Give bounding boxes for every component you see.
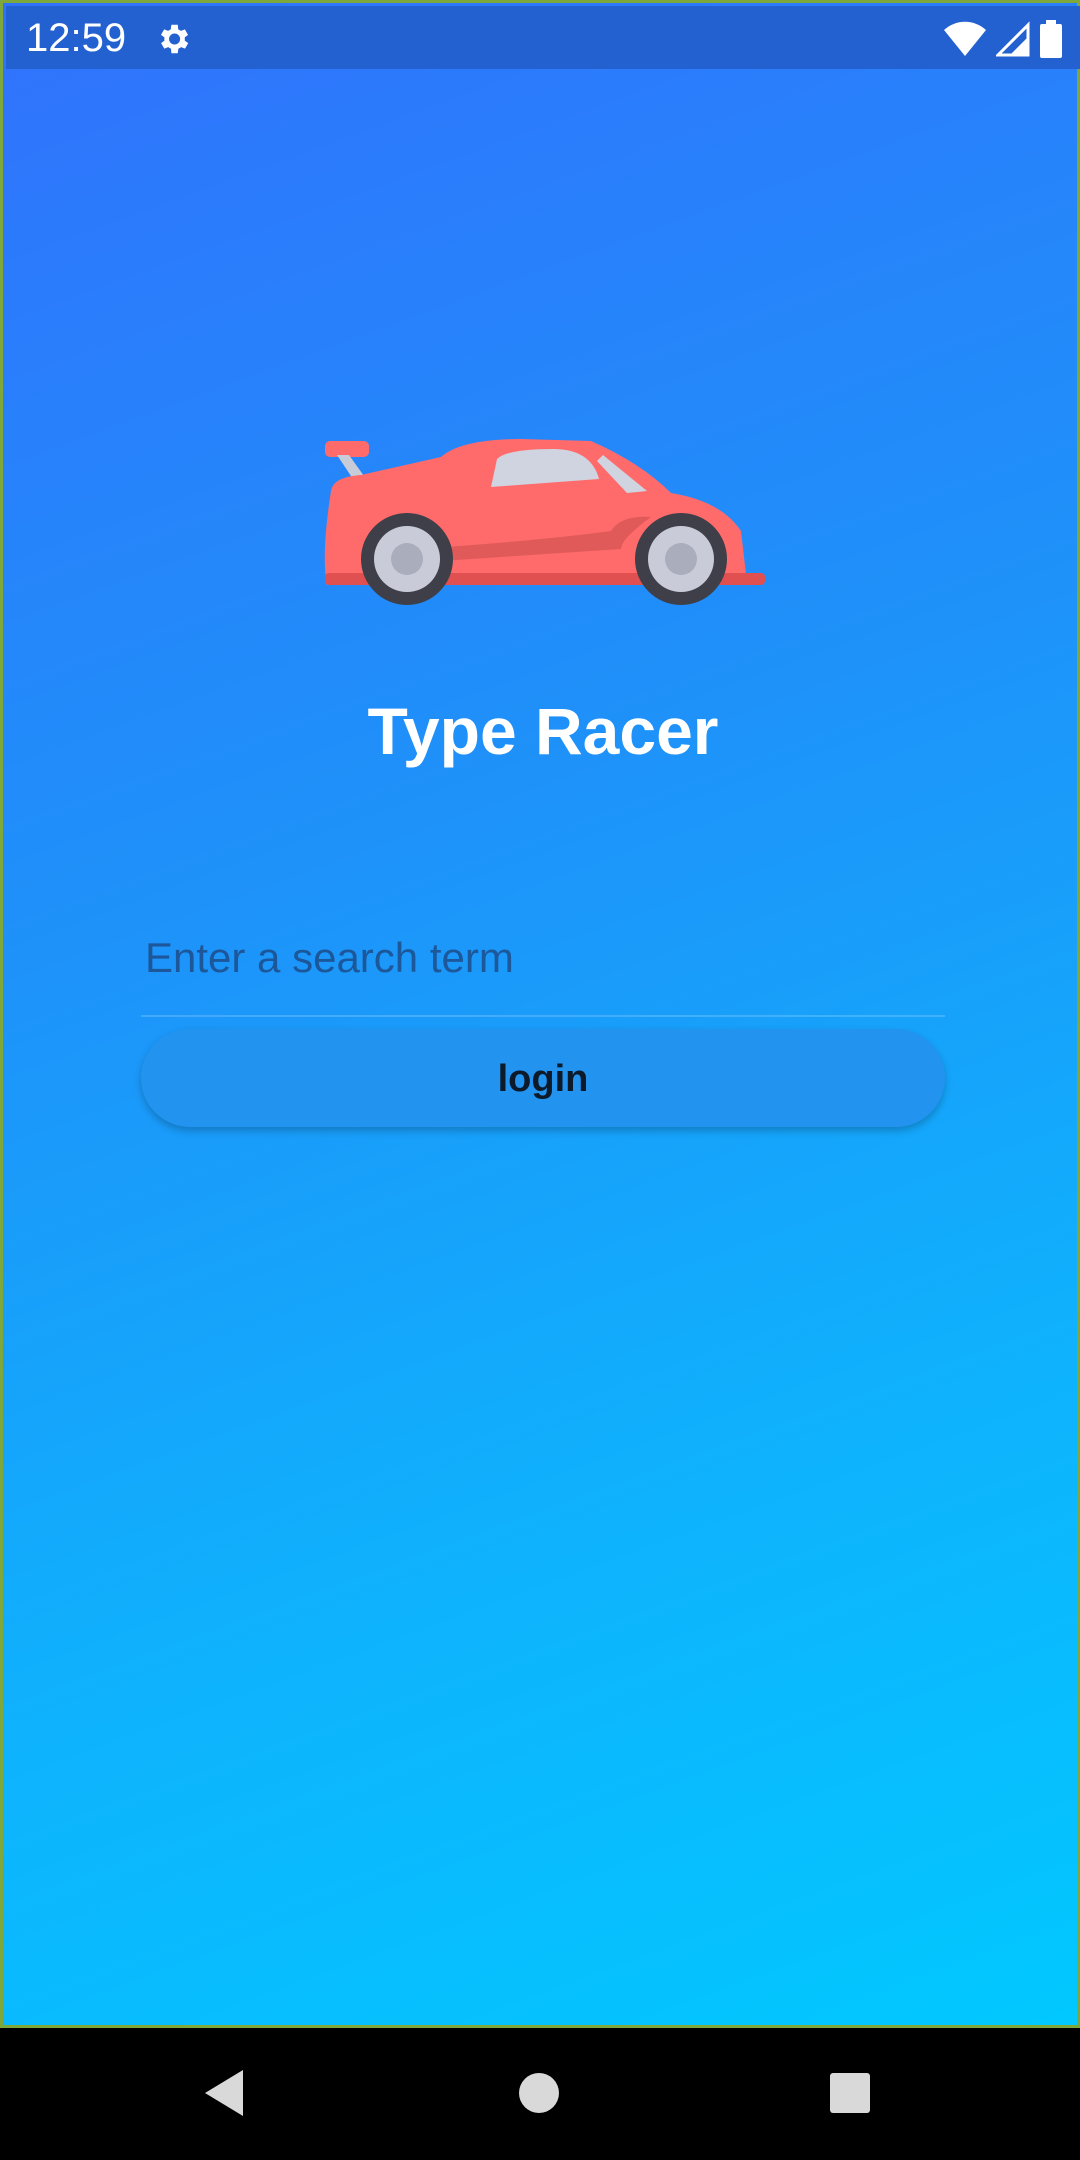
signal-icon — [996, 21, 1030, 57]
search-field[interactable] — [141, 903, 945, 1017]
app-title: Type Racer — [367, 694, 719, 768]
status-time: 12:59 — [26, 16, 127, 60]
login-button[interactable]: login — [141, 1029, 945, 1127]
app-background: 12:59 Type Racer Enter a search term log… — [0, 0, 1080, 2028]
home-icon[interactable] — [518, 2072, 560, 2114]
screen: 12:59 Type Racer Enter a search term log… — [0, 0, 1080, 2160]
wifi-icon — [944, 21, 986, 56]
navigation-bar — [0, 2028, 1080, 2160]
back-icon[interactable] — [203, 2068, 245, 2118]
recents-icon[interactable] — [829, 2072, 871, 2114]
settings-icon — [160, 24, 189, 54]
status-bar: 12:59 — [6, 6, 1080, 69]
race-car-icon — [324, 439, 765, 605]
search-input[interactable] — [141, 903, 945, 1013]
status-icons — [944, 20, 1062, 58]
battery-icon — [1040, 20, 1062, 58]
